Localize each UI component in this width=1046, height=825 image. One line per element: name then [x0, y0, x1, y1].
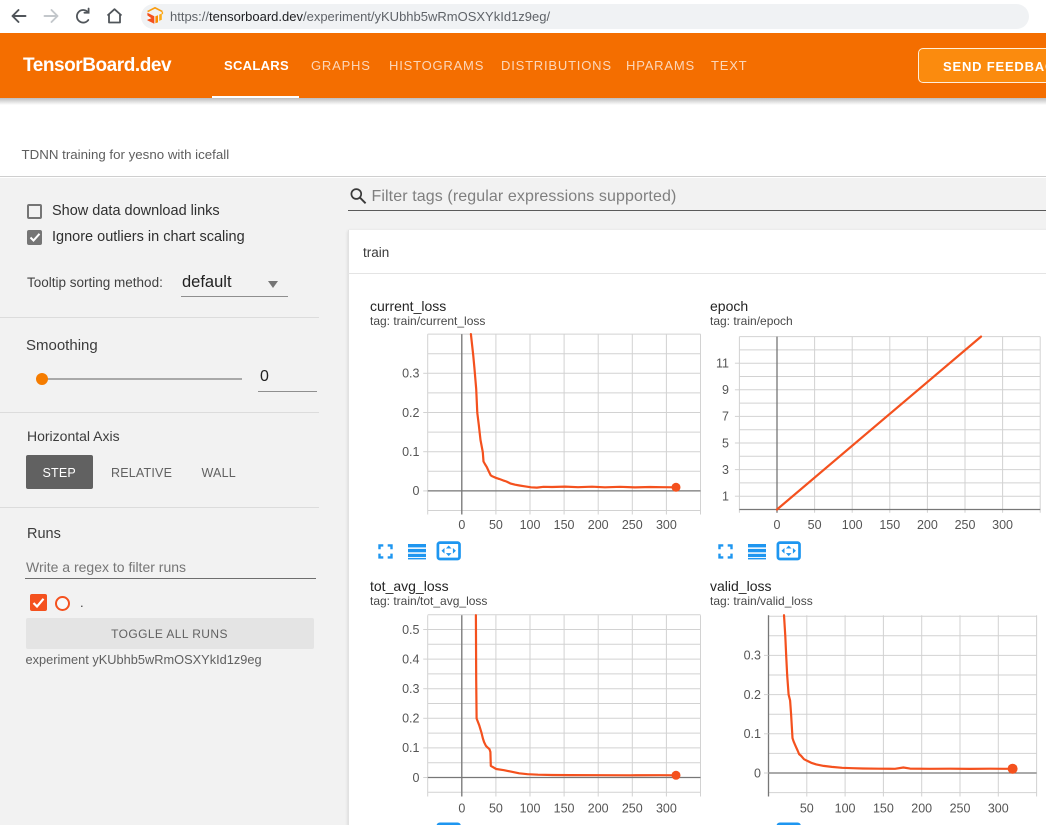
svg-text:0.5: 0.5 [402, 623, 419, 637]
svg-text:100: 100 [520, 518, 541, 532]
svg-text:50: 50 [800, 801, 814, 815]
svg-text:1: 1 [722, 490, 729, 504]
svg-text:50: 50 [489, 801, 503, 815]
svg-text:100: 100 [835, 801, 856, 815]
svg-text:0: 0 [413, 484, 420, 498]
svg-text:0.2: 0.2 [402, 406, 419, 420]
svg-text:200: 200 [917, 518, 938, 532]
svg-text:3: 3 [722, 463, 729, 477]
svg-text:0.3: 0.3 [744, 649, 761, 663]
svg-text:5: 5 [722, 436, 729, 450]
svg-text:150: 150 [554, 518, 575, 532]
svg-text:0.1: 0.1 [402, 741, 419, 755]
svg-text:250: 250 [622, 801, 643, 815]
svg-text:250: 250 [622, 518, 643, 532]
svg-text:300: 300 [988, 801, 1009, 815]
svg-text:50: 50 [808, 518, 822, 532]
svg-text:250: 250 [955, 518, 976, 532]
svg-text:150: 150 [879, 518, 900, 532]
svg-text:300: 300 [992, 518, 1013, 532]
svg-text:0.2: 0.2 [744, 688, 761, 702]
svg-text:250: 250 [950, 801, 971, 815]
svg-text:0.1: 0.1 [402, 445, 419, 459]
svg-text:0: 0 [754, 766, 761, 780]
svg-text:300: 300 [656, 801, 677, 815]
svg-text:150: 150 [554, 801, 575, 815]
svg-text:100: 100 [520, 801, 541, 815]
svg-text:0.3: 0.3 [402, 367, 419, 381]
svg-text:11: 11 [716, 357, 729, 371]
svg-text:200: 200 [588, 801, 609, 815]
svg-text:0.2: 0.2 [402, 712, 419, 726]
svg-text:0: 0 [458, 518, 465, 532]
svg-text:0: 0 [458, 801, 465, 815]
svg-text:7: 7 [722, 410, 729, 424]
svg-text:200: 200 [911, 801, 932, 815]
svg-text:0: 0 [413, 771, 420, 785]
svg-text:50: 50 [489, 518, 503, 532]
svg-text:200: 200 [588, 518, 609, 532]
svg-text:300: 300 [656, 518, 677, 532]
svg-text:100: 100 [842, 518, 863, 532]
svg-text:0: 0 [774, 518, 781, 532]
svg-text:0.4: 0.4 [402, 652, 419, 666]
svg-text:9: 9 [722, 383, 729, 397]
svg-text:0.1: 0.1 [744, 727, 761, 741]
svg-text:150: 150 [873, 801, 894, 815]
svg-text:0.3: 0.3 [402, 682, 419, 696]
